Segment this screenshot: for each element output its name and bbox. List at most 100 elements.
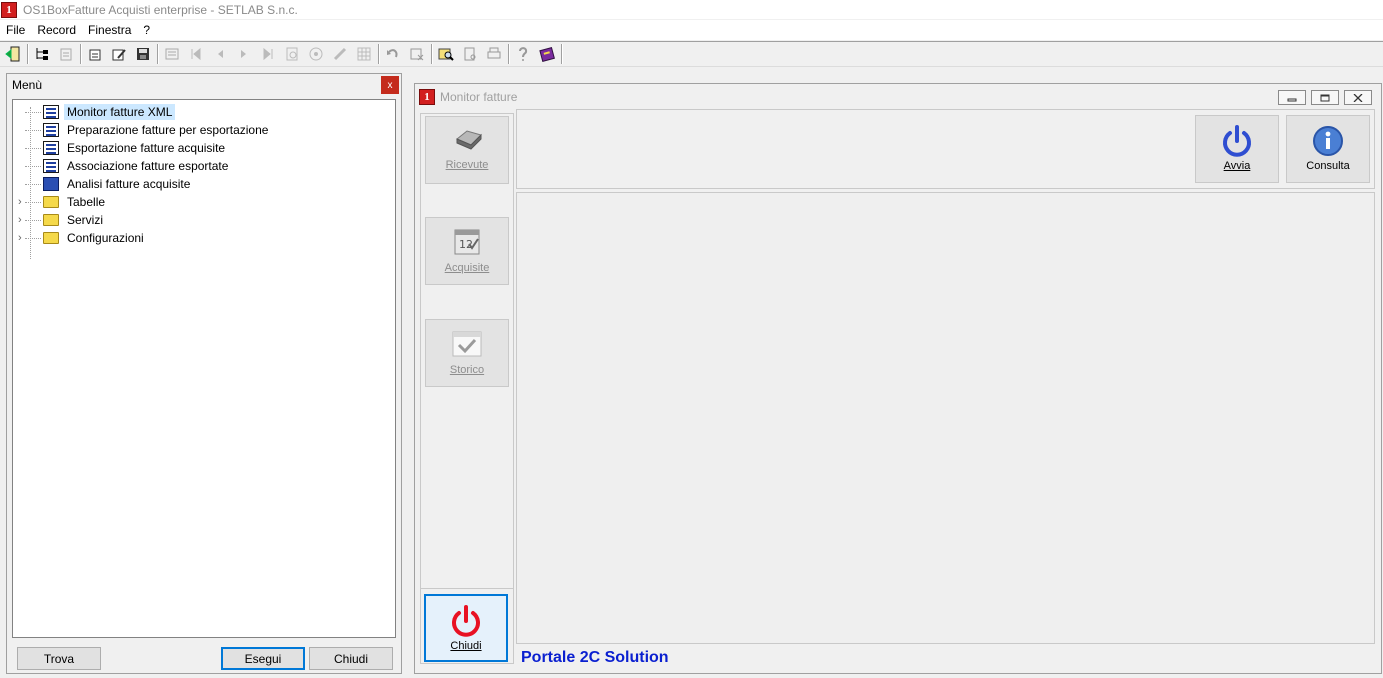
tree-item-label: Esportazione fatture acquisite (67, 141, 226, 155)
close-window-icon[interactable] (1344, 90, 1372, 105)
toolbar-separator (431, 44, 433, 64)
side-panel-divider (421, 588, 513, 589)
form-icon (43, 159, 59, 173)
tree-connector (25, 237, 41, 239)
toolbar (0, 41, 1383, 67)
toolbar-separator (378, 44, 380, 64)
restore-icon[interactable] (1311, 90, 1339, 105)
chiudi-monitor-button[interactable]: Chiudi (424, 594, 508, 662)
chiudi-menu-button[interactable]: Chiudi (309, 647, 393, 670)
esegui-button[interactable]: Esegui (221, 647, 305, 670)
tree-item-preparazione-fatture[interactable]: Preparazione fatture per esportazione (13, 121, 395, 139)
print-preview-icon[interactable] (460, 44, 480, 64)
edit-record-icon[interactable] (109, 44, 129, 64)
tree-item-label: Analisi fatture acquisite (67, 177, 191, 191)
folder-icon (43, 196, 59, 208)
monitor-top-actions: Avvia Consulta (516, 109, 1375, 189)
tree-item-associazione-fatture[interactable]: Associazione fatture esportate (13, 157, 395, 175)
close-icon[interactable]: x (381, 76, 399, 94)
inbox-tray-icon (456, 130, 482, 150)
svg-text:12: 12 (459, 238, 473, 251)
search-record-icon[interactable] (282, 44, 302, 64)
power-blue-icon (1223, 125, 1251, 157)
menu-panel: Menù x Monitor fatture XML Preparazione … (6, 73, 402, 674)
minimize-icon[interactable] (1278, 90, 1306, 105)
tree-connector (25, 147, 41, 149)
grid-view-icon[interactable] (354, 44, 374, 64)
form-view-icon[interactable] (162, 44, 182, 64)
chevron-right-icon[interactable]: › (18, 232, 22, 244)
save-icon[interactable] (133, 44, 153, 64)
monitor-window-title: Monitor fatture (440, 89, 518, 104)
tree-item-label: Preparazione fatture per esportazione (67, 123, 269, 137)
avvia-button[interactable]: Avvia (1195, 115, 1279, 183)
tree-connector (25, 183, 41, 185)
next-record-icon[interactable] (234, 44, 254, 64)
power-red-icon (452, 605, 480, 637)
tree-item-label: Tabelle (67, 195, 106, 209)
delete-record-icon[interactable] (407, 44, 427, 64)
folder-icon (43, 232, 59, 244)
menu-finestra[interactable]: Finestra (88, 23, 131, 37)
ricevute-label: Ricevute (445, 159, 489, 171)
menu-panel-buttons: Trova Esegui Chiudi (17, 647, 397, 671)
previous-record-icon[interactable] (210, 44, 230, 64)
storico-button[interactable]: Storico (425, 319, 509, 387)
storico-label: Storico (449, 364, 485, 376)
first-record-icon[interactable] (186, 44, 206, 64)
tree-item-label: Servizi (67, 213, 104, 227)
toolbar-separator (157, 44, 159, 64)
menu-help[interactable]: ? (143, 23, 150, 37)
tree-item-monitor-fatture-xml[interactable]: Monitor fatture XML (13, 103, 395, 121)
pencil-icon[interactable] (330, 44, 350, 64)
consulta-label: Consulta (1306, 160, 1350, 172)
acquisite-label: Acquisite (444, 262, 490, 274)
exit-icon[interactable] (3, 44, 23, 64)
portale-footer-label: Portale 2C Solution (521, 649, 669, 666)
menu-tree: Monitor fatture XML Preparazione fatture… (12, 99, 396, 638)
calendar-check-icon: 12 (454, 229, 480, 255)
target-icon[interactable] (306, 44, 326, 64)
trova-button[interactable]: Trova (17, 647, 101, 670)
ricevute-button[interactable]: Ricevute (425, 116, 509, 184)
tree-item-tabelle[interactable]: › Tabelle (13, 193, 395, 211)
acquisite-button[interactable]: 12 Acquisite (425, 217, 509, 285)
toolbar-separator (27, 44, 29, 64)
menu-file[interactable]: File (6, 23, 25, 37)
last-record-icon[interactable] (258, 44, 278, 64)
tree-item-label: Configurazioni (67, 231, 144, 245)
manual-book-icon[interactable] (537, 44, 557, 64)
help-icon[interactable] (513, 44, 533, 64)
tree-connector (25, 165, 41, 167)
tree-item-esportazione-fatture[interactable]: Esportazione fatture acquisite (13, 139, 395, 157)
find-icon[interactable] (436, 44, 456, 64)
chevron-right-icon[interactable]: › (18, 214, 22, 226)
tree-item-label: Monitor fatture XML (64, 104, 176, 120)
monitor-side-panel: Ricevute 12 Acquisite Storico Chiudi (420, 113, 514, 664)
tree-connector (25, 219, 41, 221)
avvia-label: Avvia (1223, 160, 1251, 172)
window-title: OS1BoxFatture Acquisti enterprise - SETL… (23, 2, 298, 17)
monitor-title-bar: 1 Monitor fatture (415, 84, 1381, 109)
tree-item-analisi-fatture[interactable]: Analisi fatture acquisite (13, 175, 395, 193)
monitor-fatture-window: 1 Monitor fatture Ricevute 12 Acquisite … (414, 83, 1382, 674)
tree-icon[interactable] (32, 44, 52, 64)
printer-icon[interactable] (484, 44, 504, 64)
new-record-icon[interactable] (85, 44, 105, 64)
calendar-done-icon (452, 331, 482, 357)
menu-record[interactable]: Record (37, 23, 76, 37)
tree-item-configurazioni[interactable]: › Configurazioni (13, 229, 395, 247)
form-icon (43, 105, 59, 119)
menu-panel-header: Menù x (7, 74, 401, 95)
tree-item-servizi[interactable]: › Servizi (13, 211, 395, 229)
info-icon (1313, 126, 1343, 156)
tree-connector (25, 111, 41, 113)
toolbar-separator (508, 44, 510, 64)
app-logo-icon: 1 (419, 88, 435, 105)
undo-icon[interactable] (383, 44, 403, 64)
tree-connector (25, 201, 41, 203)
properties-icon[interactable] (56, 44, 76, 64)
consulta-button[interactable]: Consulta (1286, 115, 1370, 183)
chevron-right-icon[interactable]: › (18, 196, 22, 208)
book-icon (43, 177, 59, 191)
